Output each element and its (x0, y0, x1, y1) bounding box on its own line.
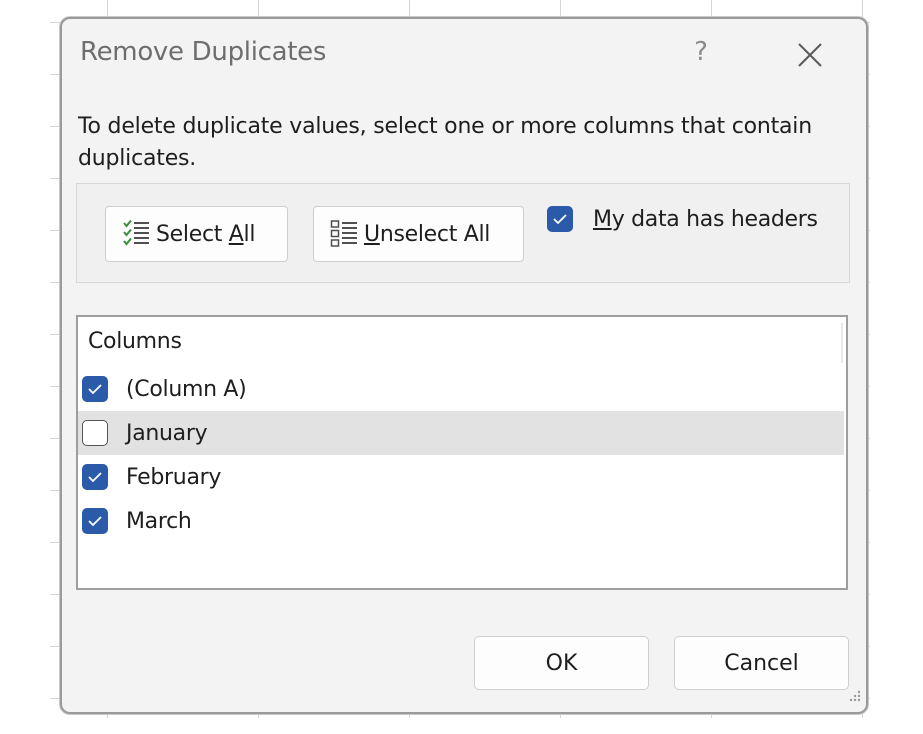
column-item-march[interactable]: March (78, 499, 844, 543)
select-all-icon (123, 219, 149, 246)
close-icon (798, 43, 822, 67)
column-label: February (126, 464, 222, 490)
checkmark-icon (88, 472, 102, 483)
checkmark-icon (88, 516, 102, 527)
headers-checkbox-label: My data has headers (593, 206, 818, 232)
scrollbar[interactable] (841, 323, 843, 363)
close-button[interactable] (784, 33, 834, 79)
instructions-text: To delete duplicate values, select one o… (78, 114, 812, 171)
select-all-button[interactable]: Select All (105, 206, 288, 262)
column-checkbox[interactable] (82, 508, 108, 534)
unselect-all-button[interactable]: Unselect All (313, 206, 524, 262)
column-item-january[interactable]: January (78, 411, 844, 455)
columns-list[interactable]: Columns (Column A) January February Marc… (76, 315, 848, 590)
dialog-title: Remove Duplicates (80, 37, 327, 67)
column-label: March (126, 508, 192, 534)
options-group: Select All Unselect All My data has head… (76, 183, 850, 283)
ok-button[interactable]: OK (474, 636, 649, 690)
columns-header: Columns (88, 329, 182, 354)
remove-duplicates-dialog: Remove Duplicates ? To delete duplicate … (60, 17, 868, 714)
column-checkbox[interactable] (82, 376, 108, 402)
column-item-column-a[interactable]: (Column A) (78, 367, 844, 411)
checkmark-icon (88, 384, 102, 395)
unselect-all-label: Unselect All (364, 221, 491, 247)
cancel-button[interactable]: Cancel (674, 636, 849, 690)
column-label: (Column A) (126, 376, 247, 402)
column-checkbox[interactable] (82, 420, 108, 446)
my-data-has-headers-checkbox[interactable]: My data has headers (547, 206, 818, 232)
select-all-label: Select All (156, 221, 256, 247)
column-checkbox[interactable] (82, 464, 108, 490)
unselect-all-icon (330, 220, 357, 247)
resize-grip-icon[interactable] (842, 687, 862, 707)
column-item-february[interactable]: February (78, 455, 844, 499)
checkmark-icon (553, 214, 567, 225)
headers-checkbox-box[interactable] (547, 206, 573, 232)
help-button[interactable]: ? (686, 37, 716, 67)
column-label: January (126, 420, 208, 446)
